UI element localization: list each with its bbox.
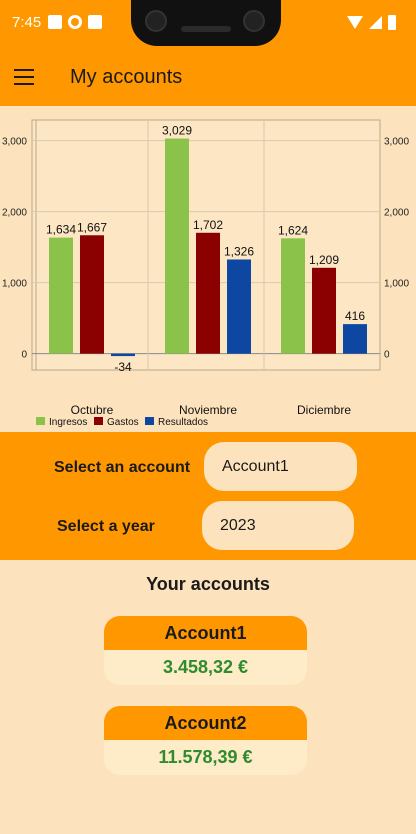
front-camera-icon [145, 10, 167, 32]
legend-swatch [145, 417, 154, 425]
bar-resultados [111, 353, 135, 357]
y-tick-label-right: 2,000 [384, 208, 409, 219]
legend-swatch [36, 417, 45, 425]
selector-panel: Select an account Account1 Select a year… [0, 432, 416, 560]
y-tick-label-left: 0 [21, 350, 27, 361]
app-bar: My accounts [0, 48, 416, 106]
status-notification-icons [48, 15, 102, 29]
bar-ingresos [49, 237, 73, 354]
bar-gastos [80, 235, 104, 354]
bar-gastos [196, 232, 220, 354]
account-select[interactable]: Account1 [204, 442, 357, 491]
front-camera-icon [243, 10, 265, 32]
x-category-label: Octubre [71, 403, 114, 417]
data-label: 3,029 [162, 124, 192, 138]
year-select[interactable]: 2023 [202, 501, 354, 550]
bar-ingresos [165, 138, 189, 354]
camera-notch [131, 0, 281, 46]
y-tick-label-right: 1,000 [384, 279, 409, 290]
bar-gastos [312, 267, 336, 354]
account-balance: 3.458,32 € [104, 650, 307, 685]
account-name: Account1 [104, 616, 307, 650]
bar-resultados [227, 259, 251, 354]
data-label: 1,209 [309, 253, 339, 267]
image-notification-icon [48, 15, 62, 29]
account-card[interactable]: Account2 11.578,39 € [104, 706, 307, 775]
battery-icon [388, 15, 396, 30]
account-card[interactable]: Account1 3.458,32 € [104, 616, 307, 685]
legend-label: Gastos [107, 417, 139, 428]
status-system-icons [347, 15, 396, 30]
y-tick-label-left: 2,000 [2, 208, 27, 219]
data-label: 1,702 [193, 218, 223, 232]
year-select-label: Select a year [57, 518, 155, 535]
x-category-label: Diciembre [297, 403, 351, 417]
account-name: Account2 [104, 706, 307, 740]
bar-resultados [343, 324, 367, 354]
data-label: 1,326 [224, 244, 254, 258]
status-time: 7:45 [12, 14, 42, 31]
data-label: 1,634 [46, 223, 76, 237]
menu-icon[interactable] [14, 69, 34, 85]
data-label: 416 [345, 309, 365, 323]
data-label: -34 [114, 360, 132, 374]
y-tick-label-left: 3,000 [2, 137, 27, 148]
wifi-icon [347, 16, 363, 29]
chart-svg: 0 01,000 1,0002,000 2,0003,000 3,0001,634 1,6… [2, 119, 409, 428]
account-balance: 11.578,39 € [104, 740, 307, 775]
y-tick-label-right: 3,000 [384, 137, 409, 148]
signal-icon [369, 16, 382, 29]
y-tick-label-right: 0 [384, 350, 390, 361]
x-category-label: Noviembre [179, 403, 237, 417]
legend-swatch [94, 417, 103, 425]
data-label: 1,624 [278, 223, 308, 237]
account-select-label: Select an account [54, 459, 191, 476]
settings-notification-icon [68, 15, 82, 29]
data-label: 1,667 [77, 220, 107, 234]
bar-ingresos [281, 238, 305, 354]
legend-label: Ingresos [49, 417, 87, 428]
accounts-section-title: Your accounts [146, 574, 270, 594]
legend-label: Resultados [158, 417, 208, 428]
y-tick-label-left: 1,000 [2, 279, 27, 290]
sd-card-icon [88, 15, 102, 29]
earpiece-speaker [181, 26, 231, 32]
page-title: My accounts [70, 66, 183, 88]
accounts-bar-chart: 0 0 1,000 1,000 2,000 2,000 3,000 3,000 1,634 1,6… [0, 106, 416, 432]
